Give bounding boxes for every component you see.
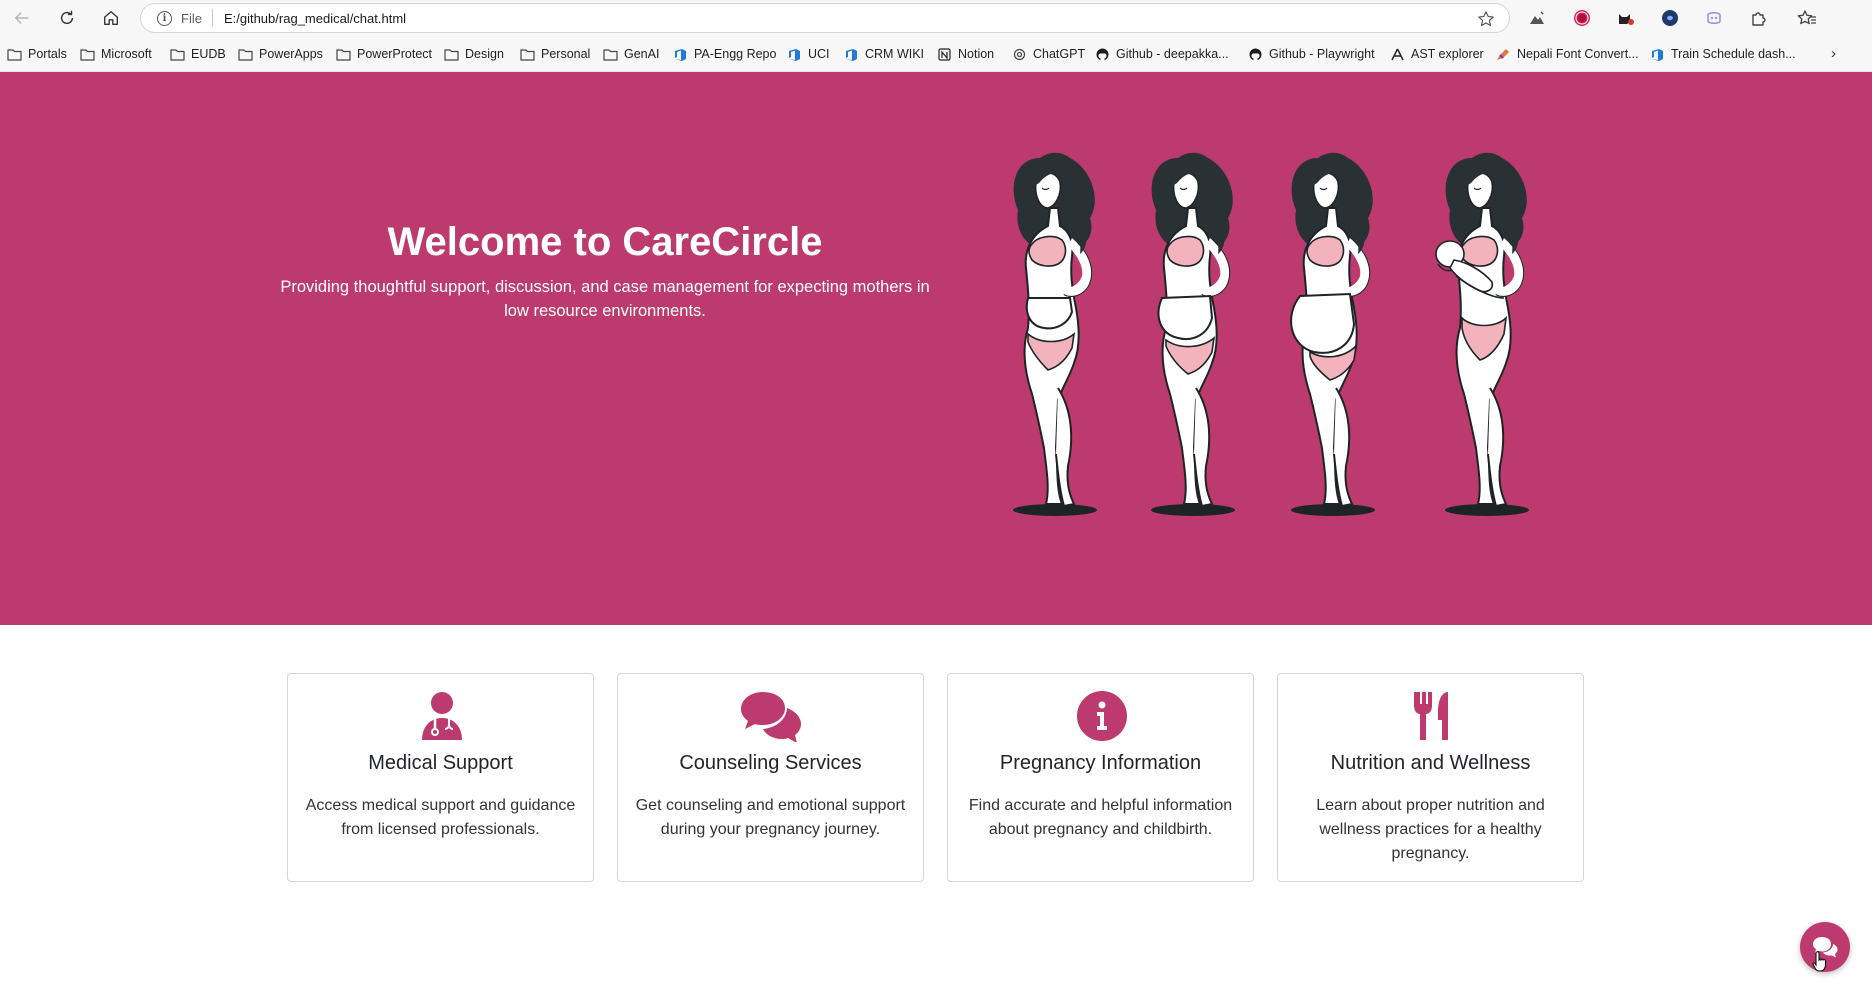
extension-cat-icon[interactable] [1615,7,1637,29]
azure-devops-icon [675,48,686,61]
hero-subtitle: Providing thoughtful support, discussion… [280,278,930,320]
address-url[interactable]: E:/github/rag_medical/chat.html [224,11,406,26]
hero-section: Welcome to CareCircle Providing thoughtf… [0,72,1872,625]
bookmarks-bar: Portals Microsoft EUDB PowerApps PowerPr… [0,36,1872,72]
bookmark-label: PowerProtect [357,47,433,61]
utensils-icon [1414,692,1448,740]
address-scheme: File [181,10,202,26]
ast-explorer-icon [1391,48,1404,60]
folder-icon [336,48,351,61]
extensions-puzzle-icon[interactable] [1748,7,1770,29]
card-title: Medical Support [368,752,513,774]
github-icon [1096,48,1109,60]
hero-title: Welcome to CareCircle [387,220,823,264]
bookmark-chatgpt[interactable]: ChatGPT [1012,45,1085,63]
bookmark-train-schedule[interactable]: Train Schedule dash... [1650,45,1796,63]
info-icon [1077,691,1127,741]
bookmark-powerprotect[interactable]: PowerProtect [336,45,432,63]
bookmark-uci[interactable]: UCI [787,45,830,63]
feature-card-pregnancy-information[interactable]: Pregnancy Information Find accurate and … [947,673,1254,882]
address-bar[interactable]: i File E:/github/rag_medical/chat.html [140,3,1510,33]
bookmark-label: CRM WIKI [865,47,925,61]
bookmark-label: Portals [28,47,67,61]
chatgpt-icon [1013,48,1026,60]
feature-card-medical-support[interactable]: Medical Support Access medical support a… [287,673,594,882]
bookmark-github-playwright[interactable]: Github - Playwright [1248,45,1375,63]
card-text: Access medical support and guidance from… [305,797,576,838]
extension-shield-icon[interactable] [1659,7,1681,29]
extension-mountain-icon[interactable] [1526,7,1548,29]
feature-card-nutrition-wellness[interactable]: Nutrition and Wellness Learn about prope… [1277,673,1584,882]
folder-icon [603,48,618,61]
card-text: Learn about proper nutrition and wellnes… [1316,797,1545,862]
bookmark-portals[interactable]: Portals [7,45,67,63]
bookmark-label: PowerApps [259,47,323,61]
refresh-button[interactable] [53,4,81,32]
bookmark-genai[interactable]: GenAI [603,45,659,63]
bookmark-label: Train Schedule dash... [1671,47,1796,61]
card-title: Counseling Services [679,752,862,774]
bookmark-ast-explorer[interactable]: AST explorer [1390,45,1484,63]
bookmark-nepali-font-converter[interactable]: Nepali Font Convert... [1496,45,1639,63]
github-icon [1249,48,1262,60]
comments-icon [741,692,801,742]
star-icon[interactable] [1477,10,1495,28]
notion-icon [938,47,951,61]
bookmark-microsoft[interactable]: Microsoft [80,45,152,63]
bookmark-label: UCI [808,47,830,61]
favorites-icon[interactable] [1796,7,1818,29]
pregnancy-stages-illustration [1012,151,1530,517]
arrow-left-icon [14,12,29,24]
bookmark-eudb[interactable]: EUDB [170,45,226,63]
bookmark-label: GenAI [624,47,660,61]
azure-devops-icon [1652,48,1663,61]
bookmark-label: Github - deepakka... [1116,47,1229,61]
home-button[interactable] [97,4,125,32]
browser-toolbar: i File E:/github/rag_medical/chat.html [0,0,1872,36]
folder-icon [520,48,535,61]
home-icon [104,11,118,25]
bookmark-label: EUDB [191,47,226,61]
card-title: Pregnancy Information [999,752,1202,774]
folder-icon [238,48,253,61]
bookmark-label: Github - Playwright [1269,47,1375,61]
doctor-icon [422,692,462,740]
info-icon[interactable]: i [157,10,172,26]
bookmark-pa-engg-repo[interactable]: PA-Engg Repo [673,45,776,63]
bookmark-label: PA-Engg Repo [694,47,777,61]
folder-icon [444,48,459,61]
bookmark-design[interactable]: Design [444,45,504,63]
pen-icon [1497,48,1509,60]
feature-card-counseling-services[interactable]: Counseling Services Get counseling and e… [617,673,924,882]
refresh-icon [60,10,74,25]
azure-devops-icon [846,48,857,61]
chevron-right-icon[interactable]: › [1831,45,1836,62]
back-button[interactable] [8,4,36,32]
bookmark-notion[interactable]: Notion [937,45,994,63]
bookmark-powerapps[interactable]: PowerApps [238,45,323,63]
folder-icon [80,48,95,61]
bookmark-personal[interactable]: Personal [520,45,590,63]
extension-bot-icon[interactable] [1703,7,1725,29]
card-text: Get counseling and emotional support dur… [635,797,906,838]
bookmark-crm-wiki[interactable]: CRM WIKI [844,45,924,63]
extension-record-icon[interactable] [1571,7,1593,29]
folder-icon [7,48,22,61]
bookmark-label: Microsoft [101,47,152,61]
bookmark-label: Personal [541,47,591,61]
card-text: Find accurate and helpful information ab… [968,797,1233,838]
bookmark-label: Nepali Font Convert... [1517,47,1639,61]
bookmark-label: Notion [958,47,995,61]
bookmark-label: ChatGPT [1033,47,1086,61]
bookmark-label: Design [465,47,504,61]
hand-cursor-icon [1812,951,1827,972]
azure-devops-icon [789,48,800,61]
folder-icon [170,48,185,61]
card-title: Nutrition and Wellness [1330,752,1531,774]
bookmark-label: AST explorer [1411,47,1484,61]
bookmark-github-deepakka[interactable]: Github - deepakka... [1095,45,1229,63]
address-divider [211,9,213,27]
